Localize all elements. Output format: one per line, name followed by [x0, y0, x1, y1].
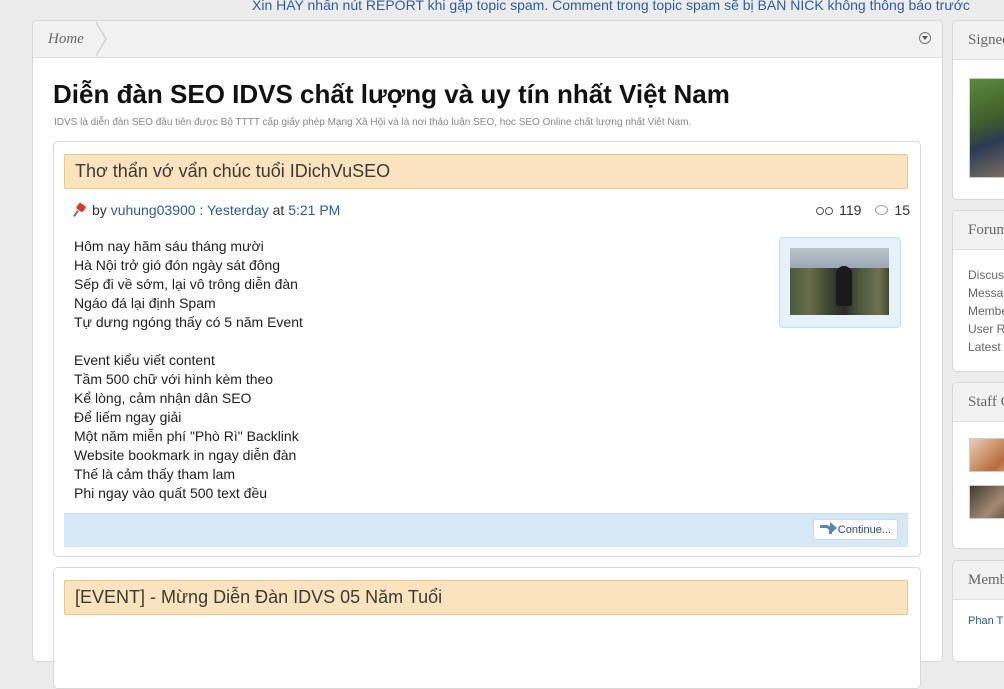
sidebar-staff: Staff C: [952, 382, 1004, 549]
avatar[interactable]: [969, 485, 1004, 519]
jump-menu-icon[interactable]: [919, 32, 931, 44]
breadcrumb: Home: [33, 21, 942, 58]
excerpt-line: Kể lòng, cảm nhận dân SEO: [74, 390, 252, 406]
sidebar-heading: Staff C: [953, 383, 1004, 422]
stat-label: Latest: [968, 340, 1001, 354]
page-title: Diễn đàn SEO IDVS chất lượng và uy tín n…: [53, 79, 730, 109]
continue-button[interactable]: Continue...: [812, 519, 898, 540]
by-label: by: [92, 202, 107, 218]
excerpt-line: Phi ngay vào quất 500 text đều: [74, 485, 268, 501]
excerpt-line: [74, 332, 303, 351]
sidebar-heading: Forum: [953, 211, 1004, 250]
thread-title[interactable]: Thơ thẩn vớ vẩn chúc tuổi IDichVuSEO: [64, 154, 908, 189]
stat-label: Messa: [968, 286, 1004, 300]
stats-list: Discus Messa Membe User R Latest: [968, 266, 1004, 356]
pin-icon: [74, 204, 86, 216]
avatar[interactable]: [969, 438, 1004, 472]
stat-label: Discus: [968, 268, 1004, 282]
thread-meta: by vuhung03900 : Yesterday at 5:21 PM: [74, 202, 340, 218]
reply-count: 15: [894, 202, 910, 218]
thread-excerpt: Hôm nay hăm sáu tháng mười Hà Nội trở gi…: [74, 237, 303, 503]
author-link[interactable]: vuhung03900: [111, 202, 196, 218]
excerpt-line: Tầm 500 chữ với hình kèm theo: [74, 371, 274, 387]
breadcrumb-arrow-inner: [95, 22, 105, 56]
time-link[interactable]: 5:21 PM: [288, 202, 340, 218]
excerpt-line: Tự dưng ngóng thấy có 5 năm Event: [74, 314, 303, 330]
spam-notice: Xin HAY nhấn nút REPORT khi gặp topic sp…: [252, 0, 970, 13]
sidebar-heading: Signed: [953, 21, 1004, 60]
sidebar-signed-in: Signed: [952, 20, 1004, 200]
excerpt-line: Sếp đi về sớm, lại vô trông diễn đàn: [74, 276, 298, 292]
excerpt-line: Ngáo đá lại định Spam: [74, 295, 216, 311]
excerpt-line: Hà Nội trở gió đón ngày sát đông: [74, 257, 281, 273]
replies-icon: [875, 205, 889, 215]
excerpt-line: Website bookmark in ngay diễn đàn: [74, 447, 297, 463]
sidebar-members: Memb Phan T: [952, 560, 1004, 662]
thread-card: [EVENT] - Mừng Diễn Đàn IDVS 05 Năm Tuổi: [53, 567, 921, 689]
thread-title[interactable]: [EVENT] - Mừng Diễn Đàn IDVS 05 Năm Tuổi: [64, 580, 908, 615]
avatar[interactable]: [969, 78, 1004, 178]
stat-label: Membe: [968, 304, 1004, 318]
meta-separator: :: [199, 202, 204, 218]
excerpt-line: Để liếm ngay giải: [74, 409, 182, 425]
thread-thumbnail[interactable]: [779, 237, 901, 328]
page-description: IDVS là diễn đàn SEO đầu tiên được Bộ TT…: [54, 117, 692, 128]
view-count: 119: [839, 202, 862, 218]
excerpt-line: Thế là cảm thấy tham lam: [74, 466, 236, 482]
stat-label: User R: [968, 322, 1004, 336]
continue-label: Continue...: [837, 523, 891, 536]
thread-footer: Continue...: [64, 513, 908, 547]
thread-card: Thơ thẩn vớ vẩn chúc tuổi IDichVuSEO by …: [53, 141, 921, 557]
main-content: Home Diễn đàn SEO IDVS chất lượng và uy …: [32, 20, 943, 689]
at-label: at: [272, 202, 285, 218]
thread-stats: 119 15: [816, 202, 910, 218]
thumbnail-image: [790, 248, 889, 315]
date-link[interactable]: Yesterday: [207, 202, 269, 218]
excerpt-line: Một năm miễn phí "Phò Rì" Backlink: [74, 428, 299, 444]
continue-arrow-icon: [819, 522, 837, 534]
excerpt-line: Event kiểu viết content: [74, 352, 215, 368]
views-icon: [816, 206, 834, 215]
sidebar-heading: Memb: [953, 561, 1004, 600]
excerpt-line: Hôm nay hăm sáu tháng mười: [74, 238, 264, 254]
member-link[interactable]: Phan T: [968, 615, 1003, 627]
sidebar-forum-stats: Forum Discus Messa Membe User R Latest: [952, 210, 1004, 372]
